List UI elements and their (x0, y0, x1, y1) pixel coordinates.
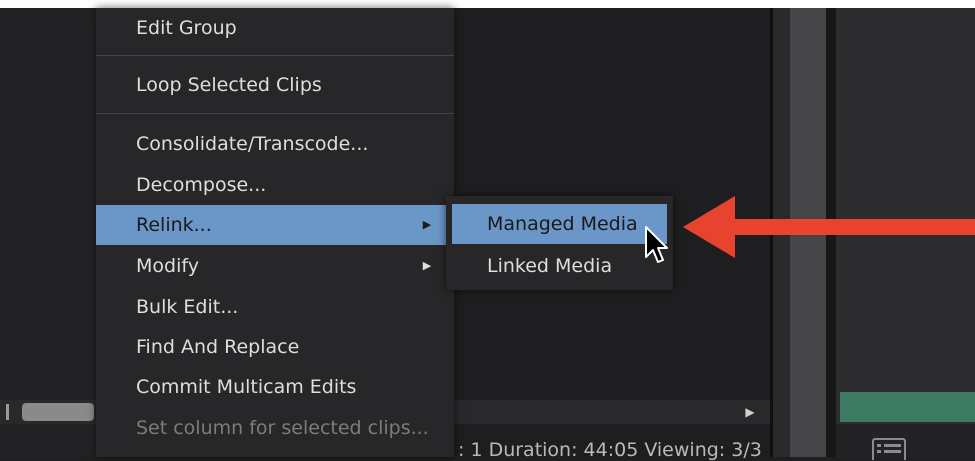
modify-submenu-arrow-icon: ▶ (422, 259, 432, 272)
menu-separator (96, 55, 454, 56)
menu-item-relink[interactable]: Relink... (96, 205, 454, 245)
menu-item-relink-label: Relink... (136, 214, 212, 236)
menu-item-consolidate-transcode[interactable]: Consolidate/Transcode... (96, 124, 454, 164)
relink-submenu-arrow-icon: ▶ (422, 218, 432, 231)
timeline-track-header (0, 8, 96, 457)
menu-separator (96, 113, 454, 114)
menu-item-commit-multicam-edits[interactable]: Commit Multicam Edits (96, 367, 454, 407)
top-window-edge (0, 0, 975, 8)
menu-item-bulk-edit[interactable]: Bulk Edit... (96, 287, 454, 327)
menu-item-edit-group[interactable]: Edit Group (96, 8, 454, 48)
menu-item-modify[interactable]: Modify (96, 246, 454, 286)
submenu-item-managed-media[interactable]: Managed Media (452, 204, 667, 244)
relink-submenu: Managed Media Linked Media (446, 196, 673, 290)
scrollbar-left-edge (6, 404, 9, 420)
menu-item-loop-selected-clips[interactable]: Loop Selected Clips (96, 65, 454, 105)
menu-item-modify-label: Modify (136, 255, 199, 277)
menu-item-set-column: Set column for selected clips... (136, 417, 429, 439)
scroll-right-arrow-icon[interactable]: ▶ (743, 403, 757, 421)
menu-item-decompose[interactable]: Decompose... (96, 165, 454, 205)
submenu-item-linked-media[interactable]: Linked Media (452, 246, 667, 286)
menu-item-find-and-replace[interactable]: Find And Replace (96, 327, 454, 367)
clip-bar[interactable] (840, 392, 975, 422)
context-menu: Edit Group Loop Selected Clips Consolida… (96, 8, 454, 457)
mouse-pointer-icon (645, 226, 668, 263)
status-bar-text: : 1 Duration: 44:05 Viewing: 3/3 (458, 439, 762, 461)
red-arrow-pointing-left-icon (683, 196, 975, 258)
scrollbar-thumb[interactable] (22, 403, 94, 421)
